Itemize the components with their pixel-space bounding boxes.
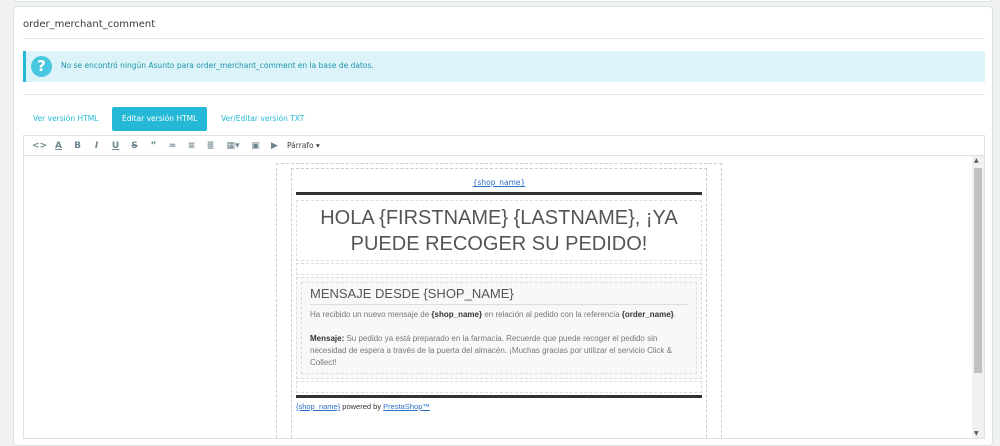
message-intro: Ha recibido un nuevo mensaje de {shop_na… (310, 310, 677, 319)
alert-text: No se encontró ningún Asunto para order_… (61, 61, 374, 70)
prestashop-link[interactable]: PrestaShop™ (383, 402, 430, 411)
code-view-icon[interactable]: <> (30, 141, 49, 151)
text-color-icon[interactable]: A (49, 141, 68, 151)
message-body: Mensaje: Su pedido ya está preparado en … (310, 334, 672, 367)
email-heading: HOLA {FIRSTNAME} {LASTNAME}, ¡YA PUEDE R… (296, 200, 702, 261)
paragraph-format-dropdown[interactable]: Párrafo ▾ (284, 141, 320, 150)
numbered-list-icon[interactable]: ≣ (201, 141, 220, 151)
link-icon[interactable]: ∞ (163, 141, 182, 151)
italic-icon[interactable]: I (87, 141, 106, 151)
editor-scrollbar[interactable]: ▲ ▼ (972, 156, 984, 438)
blockquote-icon[interactable]: ” (144, 141, 163, 151)
bold-icon[interactable]: B (68, 141, 87, 151)
message-box: MENSAJE DESDE {SHOP_NAME} Ha recibido un… (296, 277, 702, 379)
question-circle-icon: ? (31, 56, 52, 77)
previous-panel (13, 0, 993, 2)
email-footer: {shop_name} powered by PrestaShop™ (296, 402, 430, 411)
tab-view-html[interactable]: Ver versión HTML (23, 107, 108, 131)
underline-icon[interactable]: U (106, 141, 125, 151)
tab-edit-txt[interactable]: Ver/Editar versión TXT (211, 107, 314, 131)
scrollbar-thumb[interactable] (974, 168, 982, 373)
tab-edit-html[interactable]: Editar versión HTML (112, 107, 208, 131)
html-editor[interactable]: {shop_name} HOLA {FIRSTNAME} {LASTNAME},… (23, 155, 985, 439)
divider (296, 395, 702, 398)
info-alert: ? No se encontró ningún Asunto para orde… (23, 51, 985, 82)
email-preview: {shop_name} HOLA {FIRSTNAME} {LASTNAME},… (276, 163, 722, 438)
image-icon[interactable]: ▣ (246, 141, 265, 151)
divider (296, 192, 702, 195)
editor-toolbar: <> A B I U S ” ∞ ≡ ≣ ▦▾ ▣ ▶ Párrafo ▾ (23, 135, 985, 155)
scroll-down-icon[interactable]: ▼ (974, 430, 979, 437)
footer-shop-link[interactable]: {shop_name} (296, 402, 340, 411)
shop-logo-link[interactable]: {shop_name} (292, 178, 706, 192)
table-icon[interactable]: ▦▾ (220, 141, 246, 151)
bullet-list-icon[interactable]: ≡ (182, 141, 201, 151)
divider (23, 94, 985, 95)
divider (23, 38, 985, 39)
scroll-up-icon[interactable]: ▲ (974, 157, 979, 164)
video-icon[interactable]: ▶ (265, 141, 284, 151)
message-box-title: MENSAJE DESDE {SHOP_NAME} (310, 286, 688, 305)
strikethrough-icon[interactable]: S (125, 141, 144, 151)
email-template-panel: order_merchant_comment ? No se encontró … (13, 6, 993, 446)
panel-title: order_merchant_comment (23, 19, 156, 30)
